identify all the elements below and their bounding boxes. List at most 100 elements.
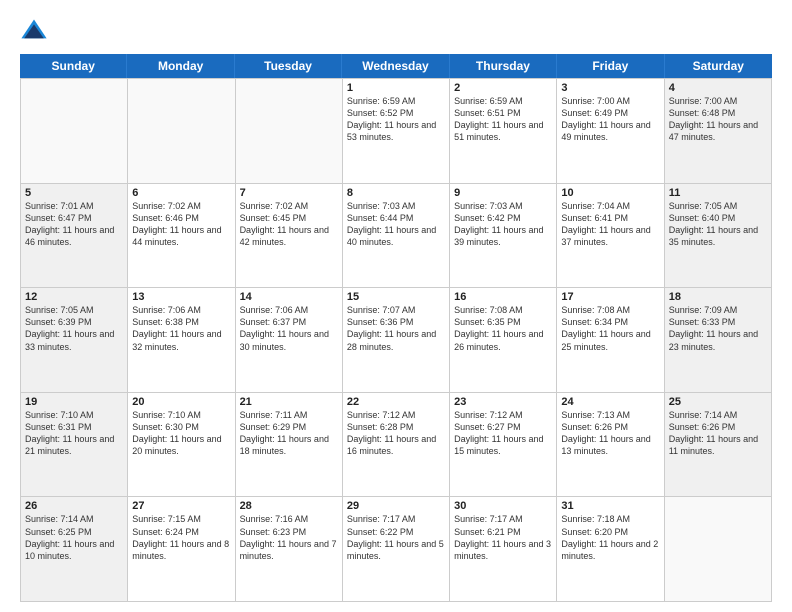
day-number: 7	[240, 187, 338, 199]
day-number: 18	[669, 291, 767, 303]
day-cell-9: 9Sunrise: 7:03 AM Sunset: 6:42 PM Daylig…	[450, 184, 557, 289]
day-info: Sunrise: 7:05 AM Sunset: 6:40 PM Dayligh…	[669, 200, 767, 249]
day-number: 9	[454, 187, 552, 199]
day-info: Sunrise: 7:07 AM Sunset: 6:36 PM Dayligh…	[347, 304, 445, 353]
calendar-row-1: 1Sunrise: 6:59 AM Sunset: 6:52 PM Daylig…	[21, 79, 772, 184]
day-info: Sunrise: 7:04 AM Sunset: 6:41 PM Dayligh…	[561, 200, 659, 249]
day-info: Sunrise: 7:03 AM Sunset: 6:44 PM Dayligh…	[347, 200, 445, 249]
day-cell-19: 19Sunrise: 7:10 AM Sunset: 6:31 PM Dayli…	[21, 393, 128, 498]
day-info: Sunrise: 7:16 AM Sunset: 6:23 PM Dayligh…	[240, 513, 338, 562]
day-number: 31	[561, 500, 659, 512]
day-cell-1: 1Sunrise: 6:59 AM Sunset: 6:52 PM Daylig…	[343, 79, 450, 184]
day-info: Sunrise: 7:03 AM Sunset: 6:42 PM Dayligh…	[454, 200, 552, 249]
day-cell-25: 25Sunrise: 7:14 AM Sunset: 6:26 PM Dayli…	[665, 393, 772, 498]
day-number: 4	[669, 82, 767, 94]
day-number: 10	[561, 187, 659, 199]
day-cell-30: 30Sunrise: 7:17 AM Sunset: 6:21 PM Dayli…	[450, 497, 557, 602]
day-cell-18: 18Sunrise: 7:09 AM Sunset: 6:33 PM Dayli…	[665, 288, 772, 393]
day-cell-2: 2Sunrise: 6:59 AM Sunset: 6:51 PM Daylig…	[450, 79, 557, 184]
day-number: 13	[132, 291, 230, 303]
day-number: 20	[132, 396, 230, 408]
header-day-saturday: Saturday	[665, 54, 772, 78]
day-cell-26: 26Sunrise: 7:14 AM Sunset: 6:25 PM Dayli…	[21, 497, 128, 602]
day-number: 16	[454, 291, 552, 303]
day-number: 5	[25, 187, 123, 199]
empty-cell	[665, 497, 772, 602]
day-info: Sunrise: 7:18 AM Sunset: 6:20 PM Dayligh…	[561, 513, 659, 562]
day-number: 27	[132, 500, 230, 512]
day-number: 30	[454, 500, 552, 512]
calendar-row-2: 5Sunrise: 7:01 AM Sunset: 6:47 PM Daylig…	[21, 184, 772, 289]
day-number: 6	[132, 187, 230, 199]
day-number: 23	[454, 396, 552, 408]
day-number: 8	[347, 187, 445, 199]
day-cell-5: 5Sunrise: 7:01 AM Sunset: 6:47 PM Daylig…	[21, 184, 128, 289]
header-day-wednesday: Wednesday	[342, 54, 449, 78]
day-number: 29	[347, 500, 445, 512]
day-info: Sunrise: 7:10 AM Sunset: 6:31 PM Dayligh…	[25, 409, 123, 458]
day-info: Sunrise: 7:02 AM Sunset: 6:45 PM Dayligh…	[240, 200, 338, 249]
day-number: 28	[240, 500, 338, 512]
day-cell-29: 29Sunrise: 7:17 AM Sunset: 6:22 PM Dayli…	[343, 497, 450, 602]
day-number: 26	[25, 500, 123, 512]
header-day-tuesday: Tuesday	[235, 54, 342, 78]
day-cell-7: 7Sunrise: 7:02 AM Sunset: 6:45 PM Daylig…	[236, 184, 343, 289]
calendar-body: 1Sunrise: 6:59 AM Sunset: 6:52 PM Daylig…	[20, 78, 772, 602]
day-cell-13: 13Sunrise: 7:06 AM Sunset: 6:38 PM Dayli…	[128, 288, 235, 393]
day-info: Sunrise: 7:14 AM Sunset: 6:25 PM Dayligh…	[25, 513, 123, 562]
day-info: Sunrise: 7:12 AM Sunset: 6:28 PM Dayligh…	[347, 409, 445, 458]
day-cell-10: 10Sunrise: 7:04 AM Sunset: 6:41 PM Dayli…	[557, 184, 664, 289]
day-number: 11	[669, 187, 767, 199]
day-info: Sunrise: 7:00 AM Sunset: 6:48 PM Dayligh…	[669, 95, 767, 144]
day-cell-12: 12Sunrise: 7:05 AM Sunset: 6:39 PM Dayli…	[21, 288, 128, 393]
day-info: Sunrise: 7:06 AM Sunset: 6:38 PM Dayligh…	[132, 304, 230, 353]
day-number: 3	[561, 82, 659, 94]
day-info: Sunrise: 7:14 AM Sunset: 6:26 PM Dayligh…	[669, 409, 767, 458]
day-cell-15: 15Sunrise: 7:07 AM Sunset: 6:36 PM Dayli…	[343, 288, 450, 393]
day-cell-21: 21Sunrise: 7:11 AM Sunset: 6:29 PM Dayli…	[236, 393, 343, 498]
day-number: 22	[347, 396, 445, 408]
day-cell-11: 11Sunrise: 7:05 AM Sunset: 6:40 PM Dayli…	[665, 184, 772, 289]
day-cell-6: 6Sunrise: 7:02 AM Sunset: 6:46 PM Daylig…	[128, 184, 235, 289]
day-cell-3: 3Sunrise: 7:00 AM Sunset: 6:49 PM Daylig…	[557, 79, 664, 184]
day-cell-20: 20Sunrise: 7:10 AM Sunset: 6:30 PM Dayli…	[128, 393, 235, 498]
calendar: SundayMondayTuesdayWednesdayThursdayFrid…	[20, 54, 772, 602]
logo-icon	[20, 16, 48, 44]
logo	[20, 16, 52, 44]
day-info: Sunrise: 7:11 AM Sunset: 6:29 PM Dayligh…	[240, 409, 338, 458]
day-cell-8: 8Sunrise: 7:03 AM Sunset: 6:44 PM Daylig…	[343, 184, 450, 289]
day-number: 1	[347, 82, 445, 94]
calendar-row-3: 12Sunrise: 7:05 AM Sunset: 6:39 PM Dayli…	[21, 288, 772, 393]
day-cell-4: 4Sunrise: 7:00 AM Sunset: 6:48 PM Daylig…	[665, 79, 772, 184]
day-cell-17: 17Sunrise: 7:08 AM Sunset: 6:34 PM Dayli…	[557, 288, 664, 393]
day-info: Sunrise: 7:10 AM Sunset: 6:30 PM Dayligh…	[132, 409, 230, 458]
day-info: Sunrise: 7:01 AM Sunset: 6:47 PM Dayligh…	[25, 200, 123, 249]
header-day-sunday: Sunday	[20, 54, 127, 78]
day-info: Sunrise: 7:17 AM Sunset: 6:22 PM Dayligh…	[347, 513, 445, 562]
day-cell-28: 28Sunrise: 7:16 AM Sunset: 6:23 PM Dayli…	[236, 497, 343, 602]
page: SundayMondayTuesdayWednesdayThursdayFrid…	[0, 0, 792, 612]
header-day-friday: Friday	[557, 54, 664, 78]
day-cell-14: 14Sunrise: 7:06 AM Sunset: 6:37 PM Dayli…	[236, 288, 343, 393]
day-info: Sunrise: 7:12 AM Sunset: 6:27 PM Dayligh…	[454, 409, 552, 458]
day-cell-27: 27Sunrise: 7:15 AM Sunset: 6:24 PM Dayli…	[128, 497, 235, 602]
day-cell-23: 23Sunrise: 7:12 AM Sunset: 6:27 PM Dayli…	[450, 393, 557, 498]
day-info: Sunrise: 7:06 AM Sunset: 6:37 PM Dayligh…	[240, 304, 338, 353]
day-info: Sunrise: 7:08 AM Sunset: 6:35 PM Dayligh…	[454, 304, 552, 353]
day-info: Sunrise: 6:59 AM Sunset: 6:51 PM Dayligh…	[454, 95, 552, 144]
day-number: 17	[561, 291, 659, 303]
day-info: Sunrise: 7:00 AM Sunset: 6:49 PM Dayligh…	[561, 95, 659, 144]
day-info: Sunrise: 7:08 AM Sunset: 6:34 PM Dayligh…	[561, 304, 659, 353]
empty-cell	[236, 79, 343, 184]
calendar-row-5: 26Sunrise: 7:14 AM Sunset: 6:25 PM Dayli…	[21, 497, 772, 602]
calendar-header: SundayMondayTuesdayWednesdayThursdayFrid…	[20, 54, 772, 78]
day-number: 15	[347, 291, 445, 303]
day-info: Sunrise: 7:09 AM Sunset: 6:33 PM Dayligh…	[669, 304, 767, 353]
day-number: 24	[561, 396, 659, 408]
empty-cell	[128, 79, 235, 184]
header-day-monday: Monday	[127, 54, 234, 78]
day-info: Sunrise: 6:59 AM Sunset: 6:52 PM Dayligh…	[347, 95, 445, 144]
calendar-row-4: 19Sunrise: 7:10 AM Sunset: 6:31 PM Dayli…	[21, 393, 772, 498]
header	[20, 16, 772, 44]
day-number: 2	[454, 82, 552, 94]
